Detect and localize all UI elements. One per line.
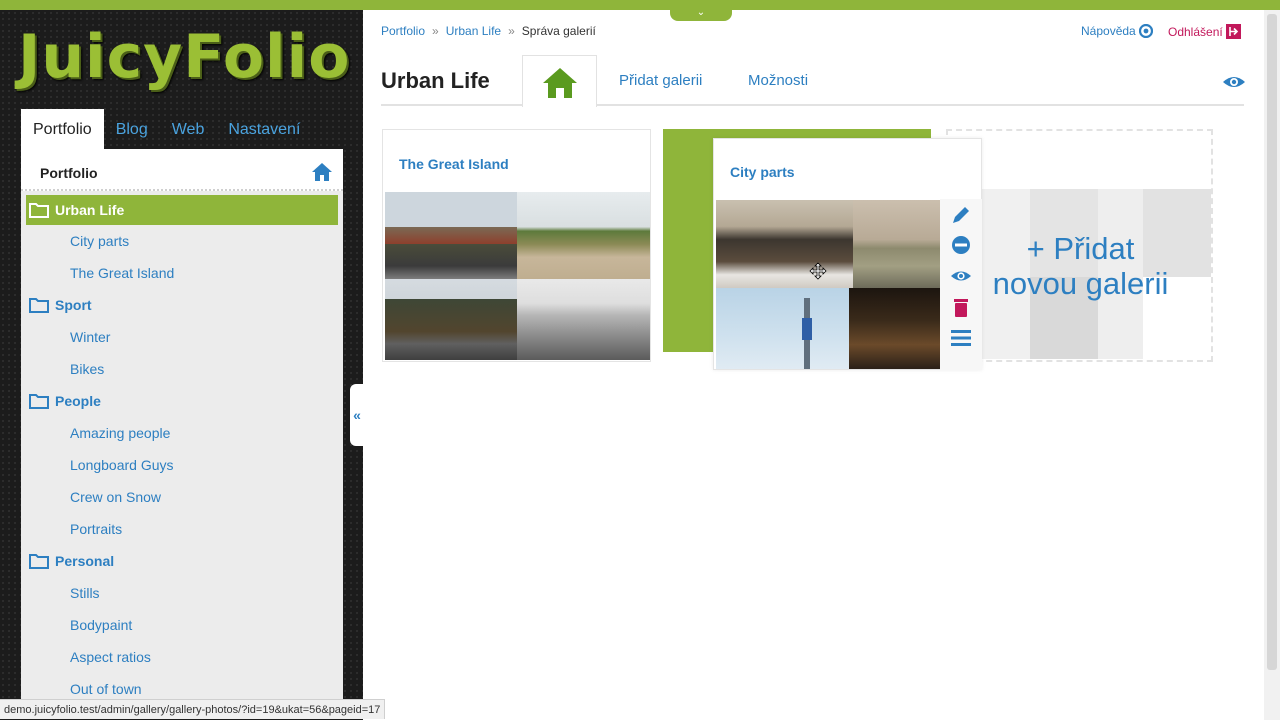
move-cursor-icon xyxy=(809,262,827,280)
gallery-thumbnail xyxy=(716,288,849,369)
menu-icon[interactable] xyxy=(950,327,972,349)
folder-icon xyxy=(29,554,49,569)
tree-folder-label: People xyxy=(55,393,101,409)
tree-item-stills[interactable]: Stills xyxy=(21,577,343,609)
sign-shape xyxy=(802,318,812,340)
gallery-thumbnail xyxy=(716,200,853,288)
tab-nastaveni[interactable]: Nastavení xyxy=(216,109,312,149)
pencil-icon[interactable] xyxy=(950,204,972,226)
help-link[interactable]: Nápověda xyxy=(1081,24,1153,38)
tree-item-the-great-island[interactable]: The Great Island xyxy=(21,257,343,289)
tree-item-winter[interactable]: Winter xyxy=(21,321,343,353)
tree-folder-personal[interactable]: Personal xyxy=(21,545,343,577)
add-new-gallery-tile[interactable]: + Přidat novou galerii xyxy=(946,129,1213,362)
add-gallery-line1: + Přidat xyxy=(1026,231,1135,266)
trash-icon[interactable] xyxy=(950,296,972,318)
add-gallery-line2: novou galerii xyxy=(992,266,1169,301)
main-tabs: Portfolio Blog Web Nastavení xyxy=(21,109,312,149)
breadcrumb: Portfolio » Urban Life » Správa galerií xyxy=(381,24,596,38)
top-stripe xyxy=(0,0,1280,10)
folder-icon xyxy=(29,298,49,313)
tree-item-city-parts[interactable]: City parts xyxy=(21,225,343,257)
sidebar: JuicyFolio Portfolio Blog Web Nastavení … xyxy=(0,10,363,720)
gallery-thumbnail xyxy=(517,192,650,279)
add-gallery-text: + Přidat novou galerii xyxy=(948,231,1211,301)
tree-folder-sport[interactable]: Sport xyxy=(21,289,343,321)
tree-folder-label: Personal xyxy=(55,553,115,569)
gallery-thumbnail xyxy=(517,279,650,360)
logo[interactable]: JuicyFolio xyxy=(18,22,350,92)
tree-item-bikes[interactable]: Bikes xyxy=(21,353,343,385)
tree-item-aspect-ratios[interactable]: Aspect ratios xyxy=(21,641,343,673)
home-icon[interactable] xyxy=(311,161,333,183)
gallery-thumbnail xyxy=(385,279,517,360)
gallery-tools xyxy=(940,199,982,370)
toolbar-toggle-handle[interactable]: ⌄ xyxy=(670,6,732,21)
folder-icon xyxy=(29,203,49,218)
tab-portfolio[interactable]: Portfolio xyxy=(21,109,104,149)
gallery-thumbnail xyxy=(849,288,941,369)
browser-status-bar: demo.juicyfolio.test/admin/gallery/galle… xyxy=(0,699,386,719)
folder-icon xyxy=(29,394,49,409)
logout-icon xyxy=(1225,24,1241,39)
page-title: Urban Life xyxy=(381,68,490,93)
eye-icon[interactable] xyxy=(1222,74,1246,90)
logout-link[interactable]: Odhlášení xyxy=(1168,24,1241,39)
scrollbar-thumb[interactable] xyxy=(1267,14,1277,670)
logout-link-label: Odhlášení xyxy=(1168,24,1223,39)
breadcrumb-portfolio[interactable]: Portfolio xyxy=(381,24,425,38)
help-icon xyxy=(1138,24,1153,38)
tree-item-portraits[interactable]: Portraits xyxy=(21,513,343,545)
eye-icon[interactable] xyxy=(950,265,972,287)
tab-home[interactable] xyxy=(522,55,597,107)
home-icon xyxy=(543,68,577,98)
sub-tabs-divider xyxy=(381,104,1244,106)
tree-folder-label: Urban Life xyxy=(55,202,125,218)
breadcrumb-separator: » xyxy=(508,24,515,38)
tree-item-amazing-people[interactable]: Amazing people xyxy=(21,417,343,449)
tree-folder-label: Sport xyxy=(55,297,92,313)
minus-circle-icon[interactable] xyxy=(950,234,972,256)
breadcrumb-separator: » xyxy=(432,24,439,38)
gallery-thumbnail xyxy=(853,200,941,288)
gallery-title[interactable]: City parts xyxy=(730,164,795,180)
tree-folder-people[interactable]: People xyxy=(21,385,343,417)
gallery-title[interactable]: The Great Island xyxy=(399,156,509,172)
tree-item-bodypaint[interactable]: Bodypaint xyxy=(21,609,343,641)
tree-title: Portfolio xyxy=(40,165,98,181)
gallery-thumbnail xyxy=(385,192,517,279)
page-scrollbar[interactable] xyxy=(1264,10,1280,720)
breadcrumb-urban-life[interactable]: Urban Life xyxy=(446,24,501,38)
tab-options[interactable]: Možnosti xyxy=(748,72,808,89)
tree-item-crew-on-snow[interactable]: Crew on Snow xyxy=(21,481,343,513)
breadcrumb-current: Správa galerií xyxy=(521,24,596,38)
tree-folder-urban-life[interactable]: Urban Life xyxy=(26,195,338,225)
tab-blog[interactable]: Blog xyxy=(104,109,160,149)
tree-item-longboard-guys[interactable]: Longboard Guys xyxy=(21,449,343,481)
tab-add-gallery[interactable]: Přidat galerii xyxy=(619,72,702,89)
chevron-down-icon: ⌄ xyxy=(696,7,706,18)
gallery-card-the-great-island[interactable]: The Great Island xyxy=(382,129,651,362)
help-link-label: Nápověda xyxy=(1081,24,1136,38)
portfolio-tree: Portfolio Urban Life City parts The Grea… xyxy=(21,149,343,709)
tab-web[interactable]: Web xyxy=(160,109,217,149)
sidebar-collapse-toggle[interactable]: « xyxy=(350,384,364,446)
tree-header: Portfolio xyxy=(21,149,343,191)
